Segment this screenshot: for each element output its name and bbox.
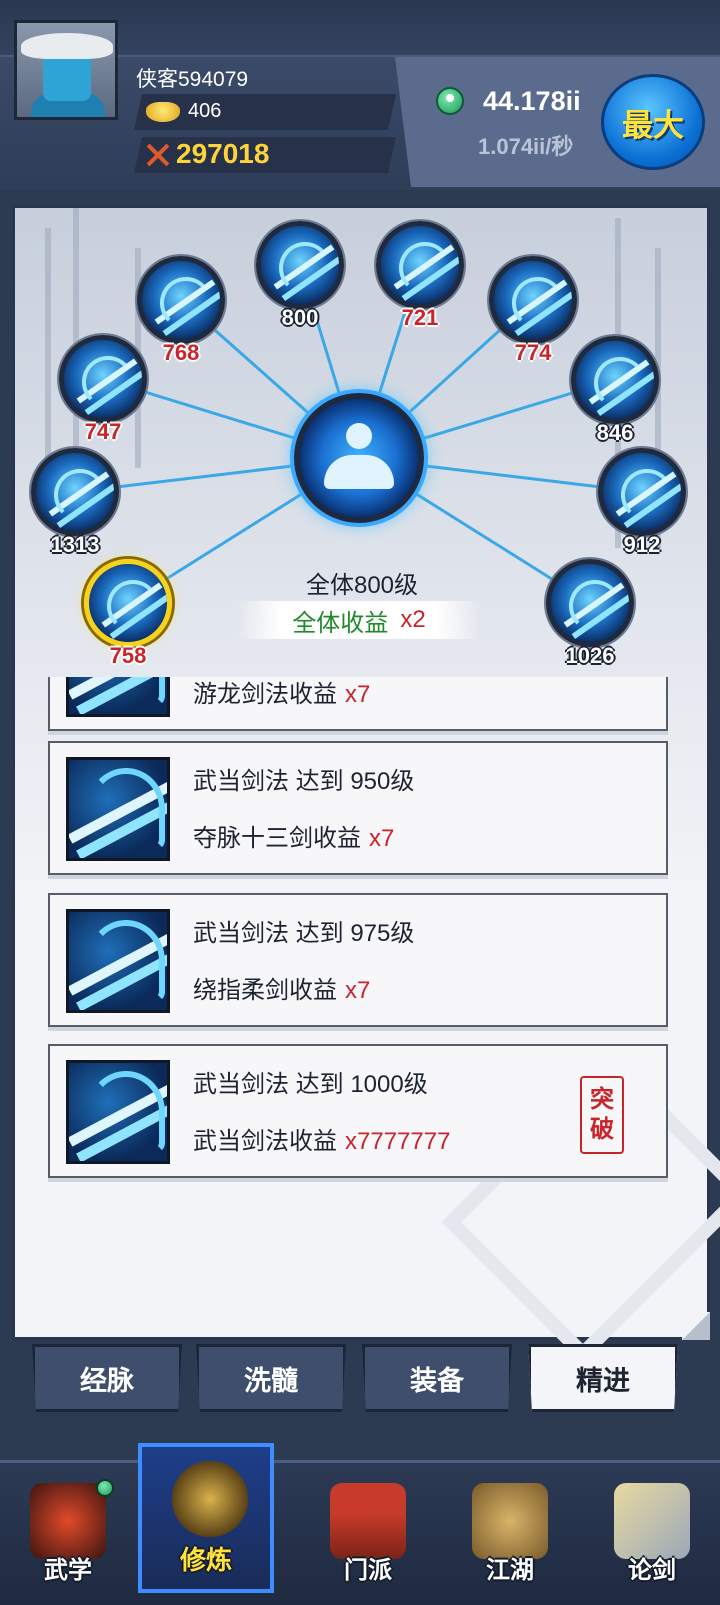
nav-martial-arts[interactable]: 武学 xyxy=(0,1475,136,1593)
game-screen: 侠客594079 406 297018 44.178ii 1.074ii/秒 最… xyxy=(0,0,720,1605)
sword-technique-icon xyxy=(66,757,170,861)
achievement-card: 武当剑法 达到 975级 绕指柔剑收益 x7 xyxy=(48,893,668,1027)
crossed-swords-icon xyxy=(614,1483,690,1559)
skill-node[interactable] xyxy=(546,559,634,647)
sword-technique-icon xyxy=(66,1060,170,1164)
nav-duel[interactable]: 论剑 xyxy=(584,1475,720,1593)
skill-node[interactable] xyxy=(571,336,659,424)
nav-sect[interactable]: 门派 xyxy=(300,1475,436,1593)
achievement-card: 游龙剑法收益 x7 xyxy=(48,677,668,731)
total-bonus-value: x2 xyxy=(400,606,426,633)
page-curl xyxy=(682,1312,710,1340)
skill-node[interactable] xyxy=(31,448,119,536)
notification-badge-icon xyxy=(96,1479,114,1497)
bottom-nav: 武学 修炼 门派 江湖 论剑 xyxy=(0,1443,720,1605)
skill-node[interactable] xyxy=(137,256,225,344)
meditation-icon xyxy=(324,421,394,495)
achievement-title: 武当剑法 达到 950级 xyxy=(193,768,415,795)
sword-technique-icon xyxy=(66,677,170,717)
achievement-desc: 武当剑法收益 x7777777 xyxy=(193,1128,451,1155)
total-level: 全体800级 xyxy=(305,572,419,599)
skill-node[interactable] xyxy=(598,448,686,536)
achievement-list[interactable]: 游龙剑法收益 x7 武当剑法 达到 950级 夺脉十三剑收益 x7 武当剑法 达到 … xyxy=(0,677,720,1307)
achievement-title: 武当剑法 达到 1000级 xyxy=(193,1071,428,1098)
achievement-desc: 游龙剑法收益 x7 xyxy=(193,681,371,708)
gourd-scroll-icon xyxy=(472,1483,548,1559)
center-skill-node[interactable] xyxy=(294,393,424,523)
skill-node[interactable] xyxy=(84,559,172,647)
skill-node-level: 768 xyxy=(162,340,200,365)
tab-equipment[interactable]: 装备 xyxy=(362,1344,512,1412)
achievement-card: 武当剑法 达到 1000级 武当剑法收益 x7777777 突破 xyxy=(48,1044,668,1178)
achievement-title: 武当剑法 达到 975级 xyxy=(193,920,415,947)
temple-icon xyxy=(330,1483,406,1559)
nav-cultivation[interactable]: 修炼 xyxy=(138,1443,274,1593)
meditating-figure-icon xyxy=(172,1461,248,1537)
achievement-card: 武当剑法 达到 950级 夺脉十三剑收益 x7 xyxy=(48,741,668,875)
achievement-desc: 夺脉十三剑收益 x7 xyxy=(193,825,395,852)
total-bonus-banner: 全体收益 x2 xyxy=(237,601,481,639)
skill-node-level: 912 xyxy=(623,532,661,557)
tab-meridians[interactable]: 经脉 xyxy=(32,1344,182,1412)
skill-node[interactable] xyxy=(256,221,344,309)
skill-node-level: 774 xyxy=(514,340,552,365)
skill-node-level: 721 xyxy=(401,305,439,330)
skill-node-level: 1313 xyxy=(50,532,100,557)
tab-marrow[interactable]: 洗髓 xyxy=(196,1344,346,1412)
skill-node-level: 846 xyxy=(596,420,634,445)
skill-node-level: 758 xyxy=(109,643,147,668)
skill-node[interactable] xyxy=(59,335,147,423)
nav-jianghu[interactable]: 江湖 xyxy=(442,1475,578,1593)
total-bonus-label: 全体收益 xyxy=(292,609,389,637)
sword-technique-icon xyxy=(66,909,170,1013)
achievement-desc: 绕指柔剑收益 x7 xyxy=(193,977,371,1004)
skill-node[interactable] xyxy=(376,221,464,309)
skill-node-level: 1026 xyxy=(565,643,615,668)
skill-node-level: 800 xyxy=(281,305,319,330)
breakthrough-stamp[interactable]: 突破 xyxy=(580,1076,624,1154)
skill-node-level: 747 xyxy=(84,419,122,444)
tab-refine[interactable]: 精进 xyxy=(528,1344,678,1412)
masked-fighter-icon xyxy=(30,1483,106,1559)
skill-node[interactable] xyxy=(489,256,577,344)
